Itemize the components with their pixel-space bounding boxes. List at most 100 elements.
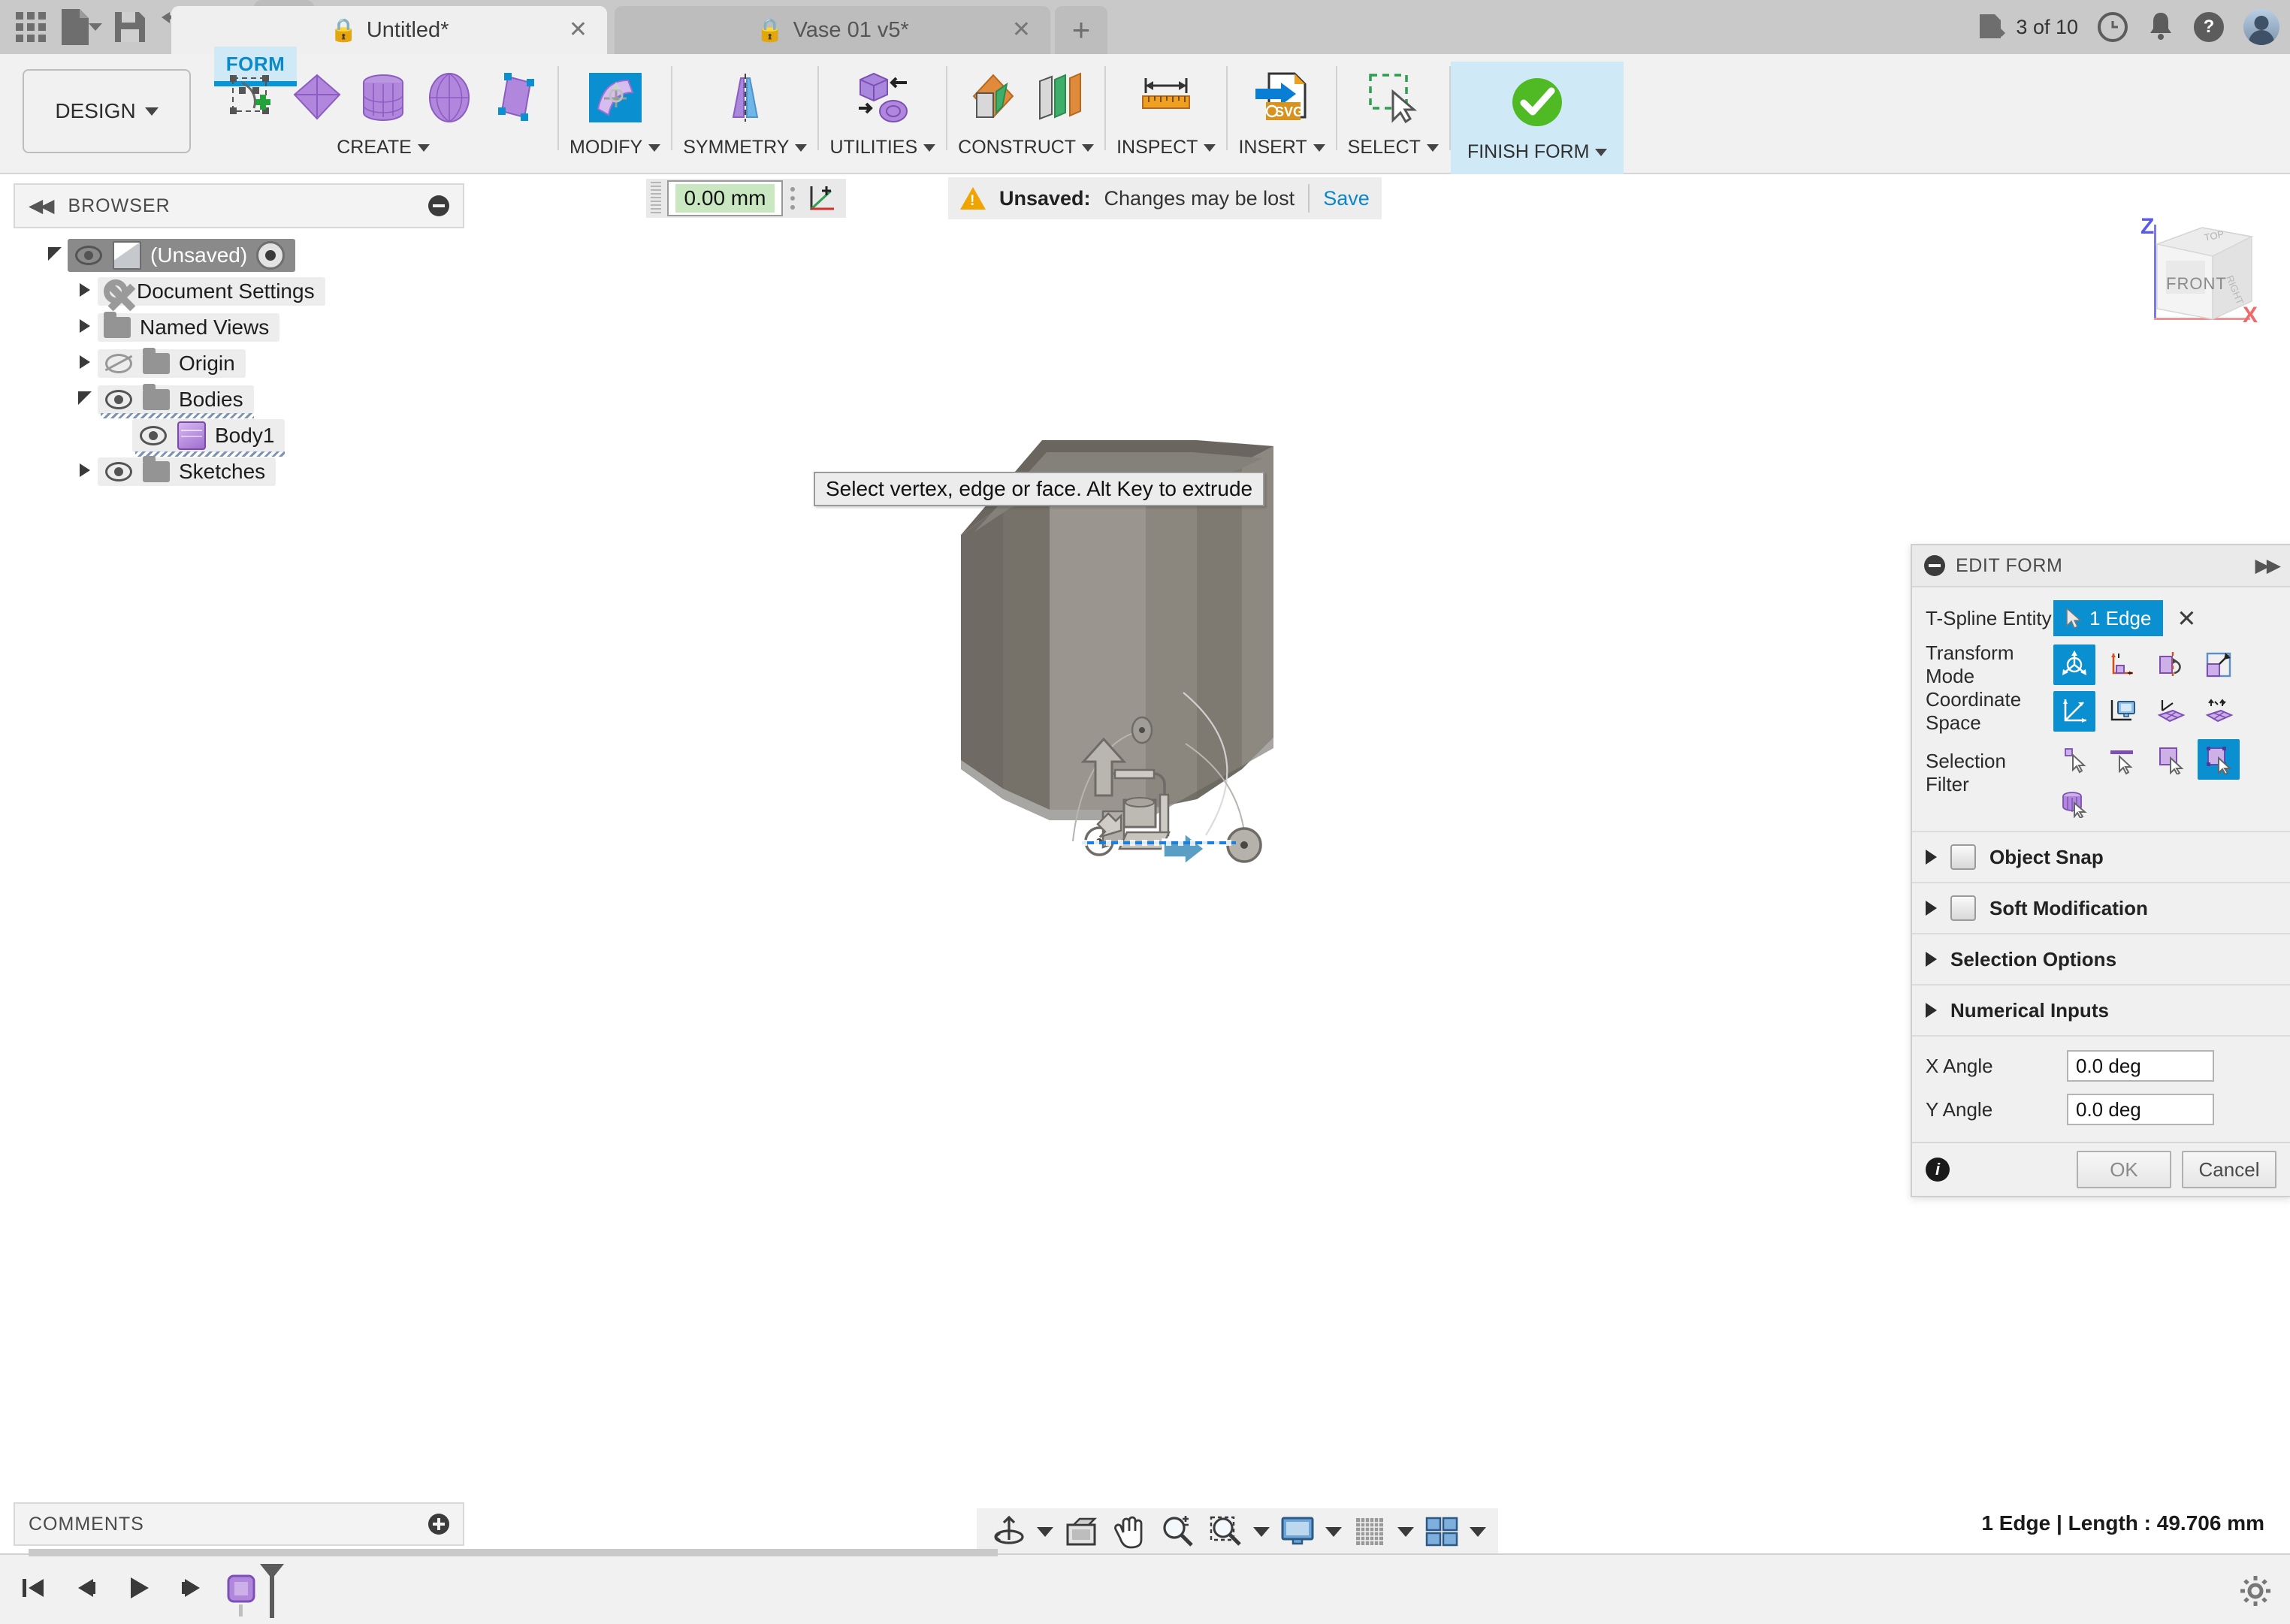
edit-form-modify-tool-icon[interactable] [584,65,647,131]
step-forward-icon[interactable] [173,1570,209,1606]
plus-circle-icon[interactable] [428,1514,449,1535]
world-space-icon[interactable] [2053,691,2095,732]
view-space-icon[interactable] [2101,691,2143,732]
expand-arrow-icon[interactable] [42,246,68,265]
orbit-caret-icon[interactable] [1037,1526,1053,1537]
vertex-filter-icon[interactable] [2053,739,2095,780]
info-icon[interactable]: i [1926,1158,1950,1182]
ribbon-group-label[interactable]: FINISH FORM [1467,141,1608,163]
section-selection-options[interactable]: Selection Options [1912,933,2290,984]
expand-arrow-icon[interactable] [72,282,98,301]
clear-selection-icon[interactable]: ✕ [2177,607,2196,630]
workspace-selector[interactable]: DESIGN [23,69,191,153]
soft-modification-checkbox[interactable] [1950,895,1976,921]
section-object-snap[interactable]: Object Snap [1912,831,2290,882]
skip-start-icon[interactable] [15,1570,51,1606]
tree-item-origin[interactable]: Origin [14,346,464,382]
zoom-icon[interactable] [1157,1514,1198,1550]
rotate-icon[interactable] [2150,644,2192,685]
tree-item-document-settings[interactable]: Document Settings [14,273,464,309]
select-tool-icon[interactable] [1361,65,1424,131]
save-link[interactable]: Save [1323,187,1370,210]
play-icon[interactable] [120,1570,156,1606]
tspline-body-filter-icon[interactable] [2053,783,2095,823]
activate-radio[interactable] [256,241,285,270]
y-angle-input[interactable] [2067,1094,2214,1125]
transform-all-icon[interactable] [2053,644,2095,685]
apps-grid-icon[interactable] [6,2,56,52]
axis-gizmo-icon[interactable] [802,180,841,216]
finish-form-tool-icon[interactable] [1506,69,1569,135]
ribbon-group-label[interactable]: CREATE [337,137,430,158]
help-icon[interactable]: ? [2194,12,2224,42]
tree-item-named-views[interactable]: Named Views [14,309,464,346]
tree-item-body1[interactable]: Body1 [14,418,464,457]
save-icon[interactable] [105,2,155,52]
normal-space-icon[interactable] [2150,691,2192,732]
ribbon-group-label[interactable]: SELECT [1348,137,1439,158]
edit-form-tool-icon[interactable] [219,65,282,131]
double-chevron-right-icon[interactable]: ▶▶ [2255,554,2282,577]
ribbon-group-label[interactable]: MODIFY [569,137,661,158]
visibility-eye-icon[interactable] [104,390,134,409]
user-avatar[interactable] [2243,9,2279,45]
grid-snap-icon[interactable] [1349,1514,1390,1550]
edge-filter-icon[interactable] [2101,739,2143,780]
visibility-eye-off-icon[interactable] [104,354,134,373]
ribbon-group-finish-form[interactable]: FINISH FORM [1450,62,1624,177]
visibility-eye-icon[interactable] [74,246,104,265]
drag-grip[interactable] [651,182,661,215]
minus-circle-icon[interactable] [428,195,449,216]
document-tab-1[interactable]: 🔒 Vase 01 v5* ✕ [615,6,1050,54]
visibility-eye-icon[interactable] [138,426,168,445]
notifications-icon[interactable] [2147,11,2174,44]
close-tab-icon[interactable]: ✕ [569,19,588,41]
recent-icon[interactable] [2098,12,2128,42]
tree-item-sketches[interactable]: Sketches [14,454,464,490]
face-filter-icon[interactable] [2150,739,2192,780]
section-soft-modification[interactable]: Soft Modification [1912,882,2290,933]
grid-caret-icon[interactable] [1397,1526,1414,1537]
translate-icon[interactable] [2101,644,2143,685]
zoom-window-icon[interactable] [1205,1514,1246,1550]
section-numerical-inputs[interactable]: Numerical Inputs [1912,984,2290,1035]
convert-tool-icon[interactable] [851,65,914,131]
horizontal-scrollbar[interactable] [29,1549,998,1556]
pan-icon[interactable] [1109,1514,1150,1550]
visibility-eye-icon[interactable] [104,462,134,481]
custom-space-icon[interactable] [2198,691,2240,732]
view-cube[interactable]: FRONT TOP RIGHT Z X [2137,214,2265,334]
expand-arrow-icon[interactable] [72,462,98,481]
ribbon-group-label[interactable]: INSPECT [1116,137,1216,158]
ribbon-group-label[interactable]: UTILITIES [829,137,936,158]
edit-form-feature-marker[interactable] [225,1562,308,1618]
viewports-icon[interactable] [1421,1514,1462,1550]
insert-svg-tool-icon[interactable]: SVG [1250,65,1313,131]
expand-arrow-icon[interactable] [72,318,98,337]
expand-triangle-icon[interactable] [1926,1003,1937,1018]
display-caret-icon[interactable] [1325,1526,1342,1537]
x-angle-input[interactable] [2067,1050,2214,1082]
plane-tool-icon[interactable] [285,65,349,131]
plane-along-path-tool-icon[interactable] [1028,65,1091,131]
gear-icon[interactable] [2239,1574,2272,1607]
ribbon-group-label[interactable]: INSERT [1238,137,1325,158]
orbit-icon[interactable] [989,1514,1029,1550]
distance-input[interactable]: 0.00 mm [667,180,783,216]
cancel-button[interactable]: Cancel [2182,1151,2276,1188]
zoom-caret-icon[interactable] [1253,1526,1270,1537]
more-options-icon[interactable] [783,182,802,215]
mirror-internal-tool-icon[interactable] [714,65,777,131]
look-at-icon[interactable] [1061,1514,1101,1550]
expand-arrow-icon[interactable] [72,390,98,409]
quadball-tool-icon[interactable] [484,65,547,131]
new-file-caret-icon[interactable] [89,23,102,31]
double-chevron-left-icon[interactable]: ◀◀ [29,195,55,217]
body-filter-icon[interactable] [2198,739,2240,780]
minus-circle-icon[interactable] [1924,555,1945,576]
tree-item-bodies[interactable]: Bodies [14,382,464,418]
close-tab-icon[interactable]: ✕ [1012,19,1031,41]
display-settings-icon[interactable] [1277,1514,1318,1550]
ribbon-group-label[interactable]: CONSTRUCT [958,137,1095,158]
new-tab-button[interactable]: + [1055,6,1107,54]
